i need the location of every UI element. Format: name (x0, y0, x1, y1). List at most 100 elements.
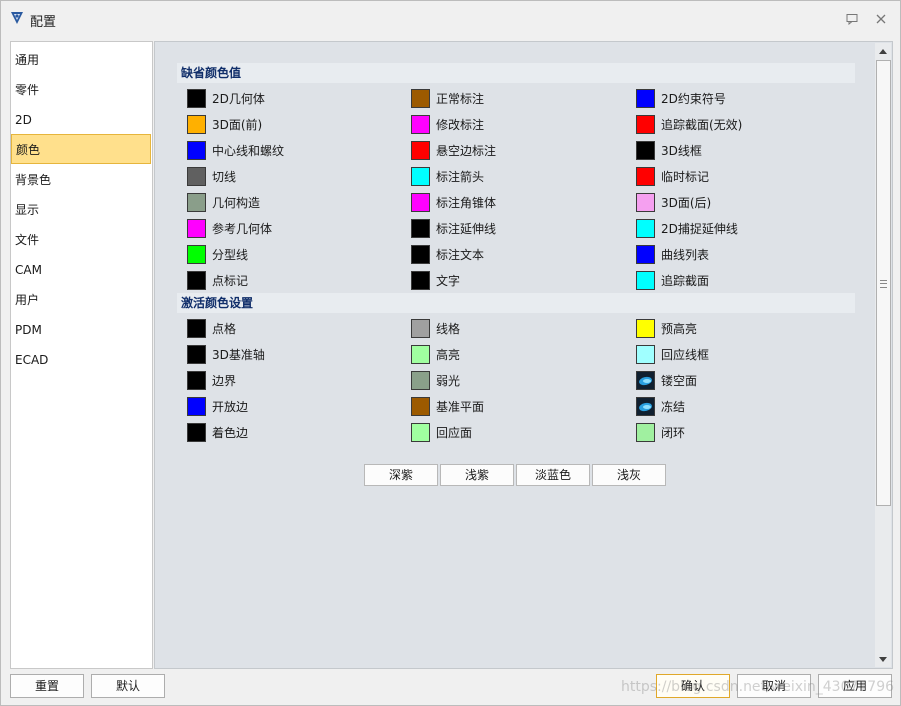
color-item-normal-dimension[interactable]: 正常标注 (411, 87, 484, 109)
color-swatch[interactable] (187, 344, 206, 364)
apply-button[interactable]: 应用 (818, 674, 892, 698)
scrollbar-thumb[interactable] (876, 60, 891, 506)
color-item-3d-face-back[interactable]: 3D面(后) (636, 191, 711, 213)
color-swatch[interactable] (636, 270, 655, 290)
color-item-3d-datum-axis[interactable]: 3D基准轴 (187, 343, 265, 365)
color-item-echo-wireframe[interactable]: 回应线框 (636, 343, 709, 365)
color-item-shaded-edge[interactable]: 着色边 (187, 421, 248, 443)
color-item-dimension-arrow[interactable]: 标注箭头 (411, 165, 484, 187)
color-item-modified-dimension[interactable]: 修改标注 (411, 113, 484, 135)
color-swatch[interactable] (636, 166, 655, 186)
color-swatch[interactable] (187, 370, 206, 390)
help-icon[interactable] (841, 8, 863, 30)
color-item-temporary-marker[interactable]: 临时标记 (636, 165, 709, 187)
color-swatch[interactable] (187, 88, 206, 108)
color-item-3d-wireframe[interactable]: 3D线框 (636, 139, 702, 161)
color-item-dangling-edge-dimension[interactable]: 悬空边标注 (411, 139, 496, 161)
color-item-2d-geometry[interactable]: 2D几何体 (187, 87, 265, 109)
color-swatch[interactable] (411, 396, 430, 416)
color-swatch[interactable] (187, 396, 206, 416)
color-swatch[interactable] (411, 114, 430, 134)
frozen-icon[interactable] (636, 396, 655, 416)
color-swatch[interactable] (411, 244, 430, 264)
color-swatch[interactable] (636, 218, 655, 238)
color-swatch[interactable] (411, 370, 430, 390)
color-item-dim-light[interactable]: 弱光 (411, 369, 460, 391)
color-swatch[interactable] (411, 166, 430, 186)
scroll-down-arrow-icon[interactable] (875, 651, 891, 667)
hollow-face-icon[interactable] (636, 370, 655, 390)
color-swatch[interactable] (411, 192, 430, 212)
color-item-point-marker[interactable]: 点标记 (187, 269, 248, 291)
color-swatch[interactable] (187, 192, 206, 212)
color-item-tangent-line[interactable]: 切线 (187, 165, 236, 187)
default-button[interactable]: 默认 (91, 674, 165, 698)
color-item-frozen[interactable]: 冻结 (636, 395, 685, 417)
color-item-open-edge[interactable]: 开放边 (187, 395, 248, 417)
sidebar-item-background-color[interactable]: 背景色 (11, 165, 152, 195)
sidebar-item-part[interactable]: 零件 (11, 75, 152, 105)
color-swatch[interactable] (411, 270, 430, 290)
color-item-centerline-thread[interactable]: 中心线和螺纹 (187, 139, 284, 161)
color-swatch[interactable] (636, 318, 655, 338)
color-swatch[interactable] (187, 140, 206, 160)
color-item-dot-grid[interactable]: 点格 (187, 317, 236, 339)
color-item-datum-plane[interactable]: 基准平面 (411, 395, 484, 417)
color-swatch[interactable] (636, 422, 655, 442)
color-item-trace-section-invalid[interactable]: 追踪截面(无效) (636, 113, 742, 135)
sidebar-item-pdm[interactable]: PDM (11, 315, 152, 345)
color-swatch[interactable] (411, 140, 430, 160)
sidebar-item-cam[interactable]: CAM (11, 255, 152, 285)
sidebar-item-user[interactable]: 用户 (11, 285, 152, 315)
preset-dark-purple-button[interactable]: 深紫 (364, 464, 438, 486)
color-swatch[interactable] (411, 344, 430, 364)
sidebar-item-general[interactable]: 通用 (11, 45, 152, 75)
cancel-button[interactable]: 取消 (737, 674, 811, 698)
ok-button[interactable]: 确认 (656, 674, 730, 698)
color-item-dimension-extension-line[interactable]: 标注延伸线 (411, 217, 496, 239)
color-swatch[interactable] (411, 318, 430, 338)
color-swatch[interactable] (187, 244, 206, 264)
color-swatch[interactable] (411, 422, 430, 442)
sidebar-item-file[interactable]: 文件 (11, 225, 152, 255)
reset-button[interactable]: 重置 (10, 674, 84, 698)
color-swatch[interactable] (187, 318, 206, 338)
color-item-2d-snap-extension-line[interactable]: 2D捕捉延伸线 (636, 217, 738, 239)
color-item-curve-list[interactable]: 曲线列表 (636, 243, 709, 265)
color-item-echo-face[interactable]: 回应面 (411, 421, 472, 443)
color-swatch[interactable] (187, 270, 206, 290)
color-item-hollow-face[interactable]: 镂空面 (636, 369, 697, 391)
color-swatch[interactable] (187, 114, 206, 134)
color-item-3d-face-front[interactable]: 3D面(前) (187, 113, 262, 135)
color-swatch[interactable] (636, 192, 655, 212)
color-item-trace-section[interactable]: 追踪截面 (636, 269, 709, 291)
preset-light-purple-button[interactable]: 浅紫 (440, 464, 514, 486)
color-item-prehighlight[interactable]: 预高亮 (636, 317, 697, 339)
color-swatch[interactable] (636, 140, 655, 160)
color-item-2d-constraint-symbol[interactable]: 2D约束符号 (636, 87, 726, 109)
preset-light-gray-button[interactable]: 浅灰 (592, 464, 666, 486)
color-item-dimension-text[interactable]: 标注文本 (411, 243, 484, 265)
vertical-scrollbar[interactable] (875, 43, 891, 667)
sidebar-item-color[interactable]: 颜色 (11, 134, 151, 164)
color-item-boundary[interactable]: 边界 (187, 369, 236, 391)
color-swatch[interactable] (187, 218, 206, 238)
sidebar-item-2d[interactable]: 2D (11, 105, 152, 135)
color-swatch[interactable] (187, 422, 206, 442)
color-item-text[interactable]: 文字 (411, 269, 460, 291)
close-icon[interactable] (870, 8, 892, 30)
color-item-closed-loop[interactable]: 闭环 (636, 421, 685, 443)
color-item-reference-geometry[interactable]: 参考几何体 (187, 217, 272, 239)
color-item-construction-geometry[interactable]: 几何构造 (187, 191, 260, 213)
color-swatch[interactable] (636, 114, 655, 134)
preset-pale-blue-button[interactable]: 淡蓝色 (516, 464, 590, 486)
sidebar-item-display[interactable]: 显示 (11, 195, 152, 225)
color-item-highlight[interactable]: 高亮 (411, 343, 460, 365)
color-swatch[interactable] (636, 88, 655, 108)
scroll-up-arrow-icon[interactable] (875, 43, 891, 59)
sidebar-item-ecad[interactable]: ECAD (11, 345, 152, 375)
color-item-line-grid[interactable]: 线格 (411, 317, 460, 339)
color-swatch[interactable] (187, 166, 206, 186)
color-item-parting-line[interactable]: 分型线 (187, 243, 248, 265)
color-swatch[interactable] (636, 344, 655, 364)
